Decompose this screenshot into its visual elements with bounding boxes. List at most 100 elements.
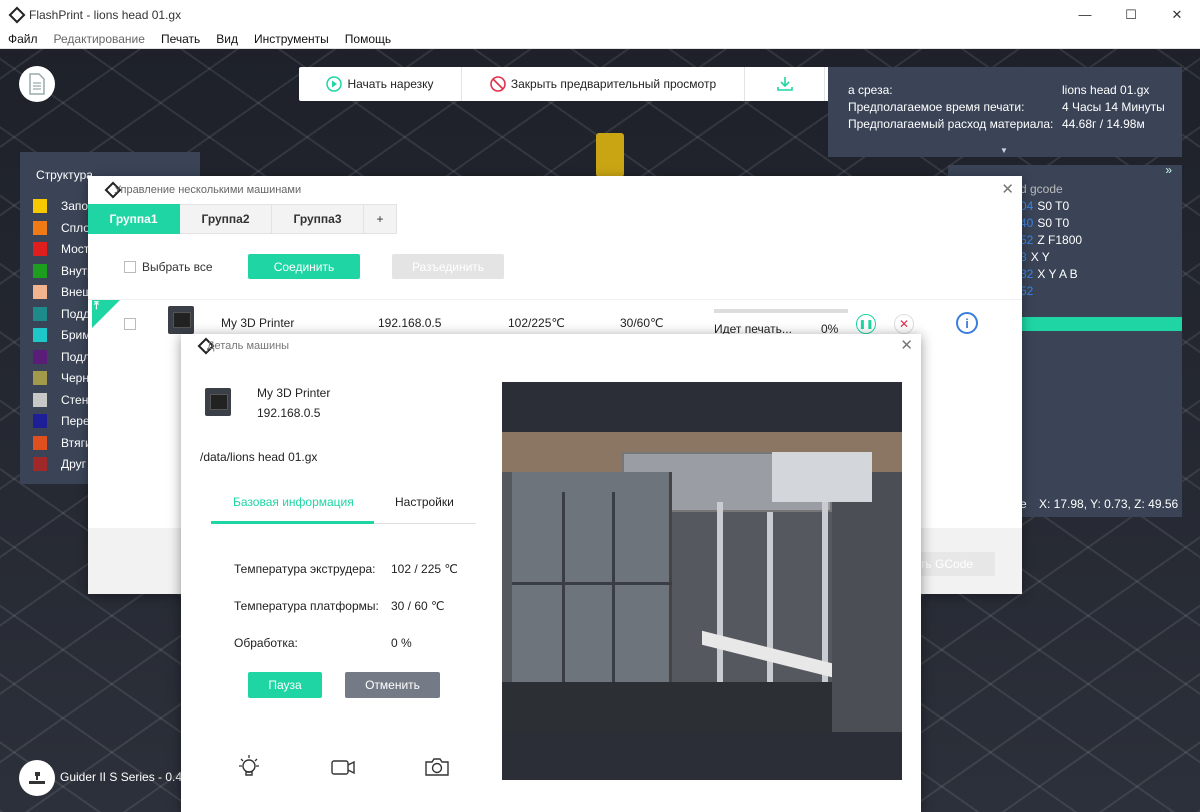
legend-item[interactable]: Брим <box>33 328 91 342</box>
gcode-line-command: X Y <box>1030 250 1050 264</box>
video-camera-icon[interactable] <box>330 754 356 780</box>
camera-icon[interactable] <box>424 754 450 780</box>
gcode-toggle-icon[interactable]: » <box>1165 163 1172 177</box>
legend-label: Спло <box>61 220 90 235</box>
legend-item[interactable]: Мост <box>33 242 89 256</box>
start-slice-label: Начать нарезку <box>347 77 434 91</box>
file-button[interactable] <box>19 66 55 102</box>
gcode-line-number: 52 <box>1020 284 1034 298</box>
legend-item[interactable]: Пере <box>33 414 90 428</box>
maximize-button[interactable]: ☐ <box>1108 0 1154 29</box>
connect-button[interactable]: Соединить <box>248 254 360 279</box>
legend-swatch <box>33 457 47 471</box>
preview-toolbar: Начать нарезку Закрыть предварительный п… <box>299 67 903 101</box>
disconnect-button[interactable]: Разъединить <box>392 254 504 279</box>
gcode-title: d gcode <box>1020 182 1063 196</box>
gcode-line-command: S0 T0 <box>1037 216 1070 230</box>
legend-swatch <box>33 242 47 256</box>
stop-icon[interactable]: ✕ <box>894 314 914 334</box>
legend-item[interactable]: Подл <box>33 349 91 364</box>
active-tab-indicator <box>211 521 374 524</box>
minimize-button[interactable]: — <box>1062 0 1108 29</box>
top-flag-icon: ⤒ <box>92 300 120 328</box>
forbidden-icon <box>490 76 506 92</box>
info-icon[interactable]: i <box>956 312 978 334</box>
multi-close-button[interactable]: ✕ <box>1001 180 1014 198</box>
window-controls: — ☐ ✕ <box>1062 0 1200 29</box>
extruder-temp-label: Температура экструдера: <box>234 562 376 576</box>
menu-bar: Файл Редактирование Печать Вид Инструмен… <box>0 29 1200 49</box>
machine-type-label: Guider II S Series - 0.4 <box>60 770 183 784</box>
legend-swatch <box>33 328 47 342</box>
tab-divider <box>374 523 476 524</box>
detail-file-path: /data/lions head 01.gx <box>200 450 318 464</box>
select-all[interactable]: Выбрать все <box>124 260 213 274</box>
legend-item[interactable]: Внеш <box>33 285 92 299</box>
title-bar: FlashPrint - lions head 01.gx — ☐ ✕ <box>0 0 1200 29</box>
pause-icon[interactable]: ❚❚ <box>856 314 876 334</box>
extruder-temp: 102/225℃ <box>508 316 565 330</box>
legend-item[interactable]: Втяги <box>33 435 92 450</box>
machine-detail-window: Деталь машины ✕ My 3D Printer 192.168.0.… <box>181 334 921 812</box>
progress-value: 0 % <box>391 636 412 650</box>
legend-label: Подл <box>61 349 91 364</box>
detail-printer-thumbnail <box>205 388 231 416</box>
legend-item[interactable]: Подд <box>33 306 91 321</box>
legend-item[interactable]: Черн <box>33 371 89 385</box>
model-preview <box>596 133 624 177</box>
gcode-line: 32 X Y A B <box>1020 267 1078 281</box>
menu-tools[interactable]: Инструменты <box>246 32 337 46</box>
machine-checkbox[interactable] <box>124 318 136 330</box>
machine-type-button[interactable] <box>19 760 55 796</box>
slice-file-label: а среза: <box>848 83 893 97</box>
menu-print[interactable]: Печать <box>153 32 208 46</box>
play-icon <box>326 76 343 92</box>
close-preview-button[interactable]: Закрыть предварительный просмотр <box>462 67 745 101</box>
printer-thumbnail <box>168 306 194 334</box>
camera-image <box>502 432 902 732</box>
legend-swatch <box>33 392 47 407</box>
legend-item[interactable]: Запо <box>33 199 88 213</box>
cancel-button[interactable]: Отменить <box>345 672 440 698</box>
collapse-arrow-icon[interactable]: ▼ <box>1000 146 1008 155</box>
legend-item[interactable]: Спло <box>33 220 90 235</box>
legend-item[interactable]: Стена <box>33 392 95 407</box>
tab-group1[interactable]: Группа1 <box>88 204 180 234</box>
flashprint-logo-icon <box>9 8 23 22</box>
pause-button[interactable]: Пауза <box>248 672 322 698</box>
close-window-button[interactable]: ✕ <box>1154 0 1200 29</box>
detail-machine-name: My 3D Printer <box>257 386 331 400</box>
legend-label: Брим <box>61 328 91 342</box>
detail-close-button[interactable]: ✕ <box>900 336 913 354</box>
machine-ip: 192.168.0.5 <box>378 316 442 330</box>
export-button[interactable] <box>745 67 825 101</box>
print-time-value: 4 Часы 14 Минуты <box>1062 100 1165 114</box>
add-group-button[interactable]: + <box>364 204 397 234</box>
start-slice-button[interactable]: Начать нарезку <box>299 67 462 101</box>
gcode-line-command: X Y A B <box>1037 267 1078 281</box>
gcode-current-line <box>1020 317 1182 331</box>
legend-swatch <box>33 263 47 278</box>
structure-title: Структура <box>36 168 93 182</box>
light-bulb-icon[interactable] <box>236 754 262 780</box>
tab-group2[interactable]: Группа2 <box>180 204 272 234</box>
tab-group3[interactable]: Группа3 <box>272 204 364 234</box>
print-time-label: Предполагаемое время печати: <box>848 100 1025 114</box>
gcode-line-number: 52 <box>1020 233 1034 247</box>
legend-item[interactable]: Внутр <box>33 263 94 278</box>
legend-item[interactable]: Друг <box>33 457 86 471</box>
print-progress-bar <box>714 309 848 313</box>
tab-basic-info[interactable]: Базовая информация <box>233 495 354 509</box>
slice-info-panel: а среза: lions head 01.gx Предполагаемое… <box>828 67 1182 157</box>
material-value: 44.68г / 14.98м <box>1062 117 1145 131</box>
menu-help[interactable]: Помощь <box>337 32 399 46</box>
select-all-checkbox[interactable] <box>124 261 136 273</box>
menu-edit[interactable]: Редактирование <box>46 32 153 46</box>
menu-file[interactable]: Файл <box>0 32 46 46</box>
menu-view[interactable]: Вид <box>208 32 246 46</box>
tab-settings[interactable]: Настройки <box>395 495 454 509</box>
gcode-line-number: 04 <box>1020 199 1034 213</box>
legend-label: Подд <box>61 306 91 321</box>
legend-swatch <box>33 435 47 450</box>
gcode-line-number: 32 <box>1020 267 1034 281</box>
